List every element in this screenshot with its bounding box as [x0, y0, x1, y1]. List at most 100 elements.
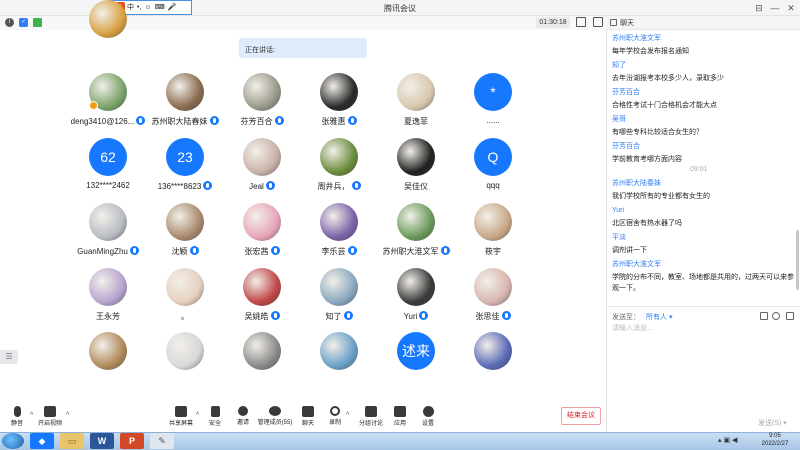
participant-tile[interactable]: 筱宇: [455, 203, 531, 263]
emoji-icon[interactable]: [772, 312, 780, 320]
screenshot-icon[interactable]: [760, 312, 768, 320]
chat-sender[interactable]: Yuri: [612, 205, 796, 216]
send-to-value[interactable]: 所有人: [646, 314, 667, 321]
participant-tile[interactable]: 王永芳: [70, 268, 146, 328]
microphone-icon: [209, 116, 219, 125]
participant-tile[interactable]: Jeal: [224, 138, 300, 198]
folder-icon[interactable]: ▭: [60, 433, 84, 449]
participant-tile[interactable]: deng3410@126...: [70, 73, 146, 133]
chevron-up-icon[interactable]: ^: [30, 412, 33, 419]
ime-item[interactable]: 🎤: [168, 4, 177, 11]
participant-tile[interactable]: 张宏茜: [224, 203, 300, 263]
fullscreen-icon[interactable]: [576, 17, 586, 27]
layout-icon[interactable]: [593, 17, 603, 27]
microphone-icon: [440, 246, 450, 255]
participant-name-text: 李乐芸: [321, 247, 346, 256]
participant-tile[interactable]: 述来: [378, 332, 454, 392]
chat-sender[interactable]: 知了: [612, 60, 796, 71]
participant-tile[interactable]: 23 136****8623: [147, 138, 223, 198]
ime-item[interactable]: ⌨: [155, 4, 165, 11]
pin-icon[interactable]: ⊟: [752, 1, 766, 15]
invite-button[interactable]: 邀请: [228, 406, 258, 426]
participant-tile[interactable]: [224, 332, 300, 392]
chat-sender[interactable]: 苏州职大淮文军: [612, 33, 796, 44]
participant-name-text: 周井兵，: [317, 182, 350, 191]
taskbar-clock[interactable]: 9:05 2022/2/27: [752, 432, 798, 448]
tencent-meeting-icon[interactable]: ◆: [30, 433, 54, 449]
participant-tile[interactable]: 62 132****2462: [70, 138, 146, 198]
paint-icon[interactable]: ✎: [150, 433, 174, 449]
shield-icon[interactable]: ✓: [19, 18, 28, 27]
chat-scrollbar[interactable]: [796, 230, 799, 290]
participant-tile[interactable]: [147, 332, 223, 392]
participant-tile[interactable]: 张雅惠: [301, 73, 377, 133]
network-icon[interactable]: ▣: [723, 437, 730, 444]
side-toggle-icon[interactable]: ☰: [0, 350, 18, 364]
end-meeting-button[interactable]: 结束会议: [561, 407, 601, 425]
chevron-up-icon[interactable]: ^: [196, 412, 199, 419]
participant-tile[interactable]: 。: [147, 268, 223, 328]
chat-sender[interactable]: 平淡: [612, 232, 796, 243]
breakout-button[interactable]: 分组讨论: [356, 406, 386, 427]
info-icon[interactable]: i: [5, 18, 14, 27]
start-button[interactable]: [2, 433, 24, 449]
participant-tile[interactable]: 夏逸菲: [378, 73, 454, 133]
chat-button[interactable]: 聊天: [293, 406, 323, 427]
minimize-icon[interactable]: —: [768, 1, 782, 15]
chevron-up-icon[interactable]: ^: [66, 412, 69, 419]
participant-tile[interactable]: [70, 332, 146, 392]
word-icon[interactable]: W: [90, 433, 114, 449]
close-icon[interactable]: ✕: [784, 1, 798, 15]
chevron-down-icon[interactable]: ▾: [667, 314, 673, 321]
participant-tile[interactable]: 苏州职大陆春妹: [147, 73, 223, 133]
participant-tile[interactable]: [455, 332, 531, 392]
members-button[interactable]: 管理成员(55): [256, 406, 294, 426]
participant-name-text: GuanMingZhu: [77, 247, 128, 256]
security-button[interactable]: 安全: [200, 406, 230, 427]
powerpoint-icon[interactable]: P: [120, 433, 144, 449]
apps-button[interactable]: 应用: [385, 406, 415, 427]
chevron-down-icon[interactable]: ▾: [783, 420, 787, 427]
participant-tile[interactable]: 李乐芸: [301, 203, 377, 263]
record-label: 录制: [328, 420, 341, 426]
avatar: [320, 203, 358, 241]
participant-name: 李乐芸: [301, 246, 377, 257]
chat-sender[interactable]: 吴哥: [612, 114, 796, 125]
mute-button[interactable]: 静音: [2, 406, 32, 427]
participant-tile[interactable]: *......: [455, 73, 531, 133]
participant-tile[interactable]: Yuri: [378, 268, 454, 328]
participant-tile[interactable]: 吴姚皓: [224, 268, 300, 328]
participant-tile[interactable]: [70, 0, 146, 60]
participant-tile[interactable]: 知了: [301, 268, 377, 328]
participant-tile[interactable]: Qqqq: [455, 138, 531, 198]
chat-input[interactable]: 请输入消息...: [612, 323, 653, 333]
chat-sender[interactable]: 芬芳百合: [612, 141, 796, 152]
participant-tile[interactable]: 芬芳百合: [224, 73, 300, 133]
settings-button[interactable]: 设置: [413, 406, 443, 427]
participant-tile[interactable]: 沈颖: [147, 203, 223, 263]
chat-sender[interactable]: 苏州职大陆春妹: [612, 178, 796, 189]
chevron-up-icon[interactable]: ▴: [718, 437, 722, 444]
system-tray[interactable]: ▴ ▣ ◀: [718, 436, 737, 444]
send-button[interactable]: 发送(S) ▾: [758, 418, 787, 428]
chat-message: 有哪些专科比较适合女生的？: [612, 129, 703, 136]
participant-name: 沈颖: [147, 246, 223, 257]
participant-tile[interactable]: 苏州职大淮文军: [378, 203, 454, 263]
share-screen-button[interactable]: 共享屏幕: [166, 406, 196, 427]
chat-message: 学院的分布不同，教室、场地都是共用的，过两天可以来参观一下。: [612, 274, 794, 292]
volume-icon[interactable]: ◀: [732, 437, 737, 444]
participant-tile[interactable]: GuanMingZhu: [70, 203, 146, 263]
participant-tile[interactable]: 周井兵，: [301, 138, 377, 198]
participant-tile[interactable]: 吴佳仪: [378, 138, 454, 198]
chat-sender[interactable]: 芬芳百合: [612, 87, 796, 98]
send-to[interactable]: 发送至： 所有人 ▾: [612, 312, 672, 322]
chevron-up-icon[interactable]: ^: [346, 412, 349, 419]
participant-name: 132****2462: [70, 181, 146, 190]
avatar: [243, 332, 281, 370]
participant-name-text: 132****2462: [86, 181, 130, 190]
more-icon[interactable]: [786, 312, 794, 320]
participant-tile[interactable]: 张思佳: [455, 268, 531, 328]
video-button[interactable]: 开启视频: [35, 406, 65, 427]
chat-sender[interactable]: 苏州职大淮文军: [612, 259, 796, 270]
participant-tile[interactable]: [301, 332, 377, 392]
